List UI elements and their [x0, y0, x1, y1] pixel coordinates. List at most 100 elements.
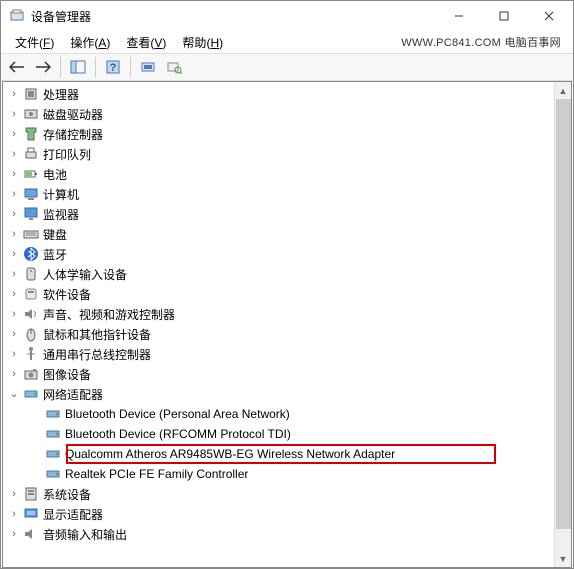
- back-button[interactable]: [5, 55, 29, 79]
- software-icon: [23, 286, 39, 302]
- computer-icon: [23, 186, 39, 202]
- expand-icon[interactable]: ›: [7, 308, 21, 320]
- tree-node-label: 处理器: [43, 86, 85, 103]
- expand-icon[interactable]: ›: [7, 108, 21, 120]
- scrollbar-vertical[interactable]: ▲ ▼: [554, 82, 571, 567]
- mouse-icon: [23, 326, 39, 342]
- expand-icon[interactable]: ›: [7, 348, 21, 360]
- title-bar: 设备管理器: [1, 1, 573, 31]
- tree-node-label: 显示适配器: [43, 506, 109, 523]
- tree-node[interactable]: ›Realtek PCIe FE Family Controller: [3, 464, 571, 484]
- system-icon: [23, 486, 39, 502]
- device-tree[interactable]: ›处理器›磁盘驱动器›存储控制器›打印队列›电池›计算机›监视器›键盘›蓝牙›人…: [3, 82, 571, 567]
- app-icon: [9, 8, 25, 24]
- tree-node[interactable]: ›存储控制器: [3, 124, 571, 144]
- storage-icon: [23, 126, 39, 142]
- sound-icon: [23, 306, 39, 322]
- tree-node[interactable]: › 监视器: [3, 204, 571, 224]
- expand-icon[interactable]: ›: [7, 528, 21, 540]
- expand-icon[interactable]: ›: [7, 328, 21, 340]
- tree-node-label: Bluetooth Device (Personal Area Network): [65, 407, 296, 421]
- tree-node-label: 系统设备: [43, 486, 97, 503]
- expand-icon[interactable]: ›: [7, 288, 21, 300]
- expand-icon[interactable]: ›: [7, 228, 21, 240]
- tree-node-label: 打印队列: [43, 146, 97, 163]
- disk-icon: [23, 106, 39, 122]
- usb-icon: [23, 346, 39, 362]
- cpu-icon: [23, 86, 39, 102]
- expand-icon[interactable]: ›: [7, 88, 21, 100]
- tree-node[interactable]: › 处理器: [3, 84, 571, 104]
- tree-node-label: 键盘: [43, 226, 73, 243]
- tree-node[interactable]: › 键盘: [3, 224, 571, 244]
- battery-icon: [23, 166, 39, 182]
- tree-node-label: 电池: [43, 166, 73, 183]
- tree-node-label: 计算机: [43, 186, 85, 203]
- tree-node[interactable]: ⌄网络适配器: [3, 384, 571, 404]
- scroll-down-button[interactable]: ▼: [555, 550, 571, 567]
- tree-node[interactable]: ›软件设备: [3, 284, 571, 304]
- printer-icon: [23, 146, 39, 162]
- tree-node[interactable]: ›Bluetooth Device (Personal Area Network…: [3, 404, 571, 424]
- menu-help[interactable]: 帮助(H): [174, 32, 231, 53]
- menu-file[interactable]: 文件(F): [7, 32, 62, 53]
- expand-icon[interactable]: ›: [7, 368, 21, 380]
- expand-icon[interactable]: ›: [7, 208, 21, 220]
- expand-icon[interactable]: ›: [7, 248, 21, 260]
- display-icon: [23, 506, 39, 522]
- tree-node[interactable]: › 计算机: [3, 184, 571, 204]
- expand-icon[interactable]: ›: [7, 488, 21, 500]
- menu-view[interactable]: 查看(V): [118, 32, 174, 53]
- tree-node-label: Bluetooth Device (RFCOMM Protocol TDI): [65, 427, 297, 441]
- tree-node[interactable]: ›Bluetooth Device (RFCOMM Protocol TDI): [3, 424, 571, 444]
- network-icon: [23, 386, 39, 402]
- scan-changes-button[interactable]: [162, 55, 186, 79]
- scroll-thumb[interactable]: [556, 99, 571, 529]
- expand-icon[interactable]: ›: [7, 168, 21, 180]
- help-button[interactable]: ?: [101, 55, 125, 79]
- forward-button[interactable]: [31, 55, 55, 79]
- tree-node[interactable]: ›人体学输入设备: [3, 264, 571, 284]
- tree-node[interactable]: › 声音、视频和游戏控制器: [3, 304, 571, 324]
- minimize-button[interactable]: [436, 1, 481, 31]
- hid-icon: [23, 266, 39, 282]
- tree-node[interactable]: › 电池: [3, 164, 571, 184]
- monitor-icon: [23, 206, 39, 222]
- tree-node-label: 鼠标和其他指针设备: [43, 326, 157, 343]
- tree-node[interactable]: ›音频输入和输出: [3, 524, 571, 544]
- tree-node-label: 磁盘驱动器: [43, 106, 109, 123]
- close-button[interactable]: [526, 1, 571, 31]
- bluetooth-icon: [23, 246, 39, 262]
- expand-icon[interactable]: ›: [7, 188, 21, 200]
- window-title: 设备管理器: [31, 8, 436, 25]
- collapse-icon[interactable]: ⌄: [7, 387, 21, 400]
- tree-node[interactable]: ›蓝牙: [3, 244, 571, 264]
- tree-node[interactable]: › 打印队列: [3, 144, 571, 164]
- tree-node[interactable]: › 通用串行总线控制器: [3, 344, 571, 364]
- audio-icon: [23, 526, 39, 542]
- tree-node-label: 监视器: [43, 206, 85, 223]
- tree-node[interactable]: › 鼠标和其他指针设备: [3, 324, 571, 344]
- netcard-icon: [45, 466, 61, 482]
- scroll-up-button[interactable]: ▲: [555, 82, 571, 99]
- maximize-button[interactable]: [481, 1, 526, 31]
- tree-node[interactable]: › 磁盘驱动器: [3, 104, 571, 124]
- expand-icon[interactable]: ›: [7, 268, 21, 280]
- scan-hardware-button[interactable]: [136, 55, 160, 79]
- tree-node[interactable]: › 系统设备: [3, 484, 571, 504]
- tree-node[interactable]: › 图像设备: [3, 364, 571, 384]
- toolbar-separator: [60, 57, 61, 77]
- menu-action[interactable]: 操作(A): [62, 32, 118, 53]
- tree-node-label: 通用串行总线控制器: [43, 346, 157, 363]
- expand-icon[interactable]: ›: [7, 508, 21, 520]
- show-hide-console-button[interactable]: [66, 55, 90, 79]
- toolbar-separator: [130, 57, 131, 77]
- netcard-icon: [45, 446, 61, 462]
- tree-node[interactable]: ›Qualcomm Atheros AR9485WB-EG Wireless N…: [3, 444, 571, 464]
- tree-node-label: 声音、视频和游戏控制器: [43, 306, 181, 323]
- tree-node-label: 图像设备: [43, 366, 97, 383]
- expand-icon[interactable]: ›: [7, 148, 21, 160]
- netcard-icon: [45, 406, 61, 422]
- expand-icon[interactable]: ›: [7, 128, 21, 140]
- tree-node[interactable]: › 显示适配器: [3, 504, 571, 524]
